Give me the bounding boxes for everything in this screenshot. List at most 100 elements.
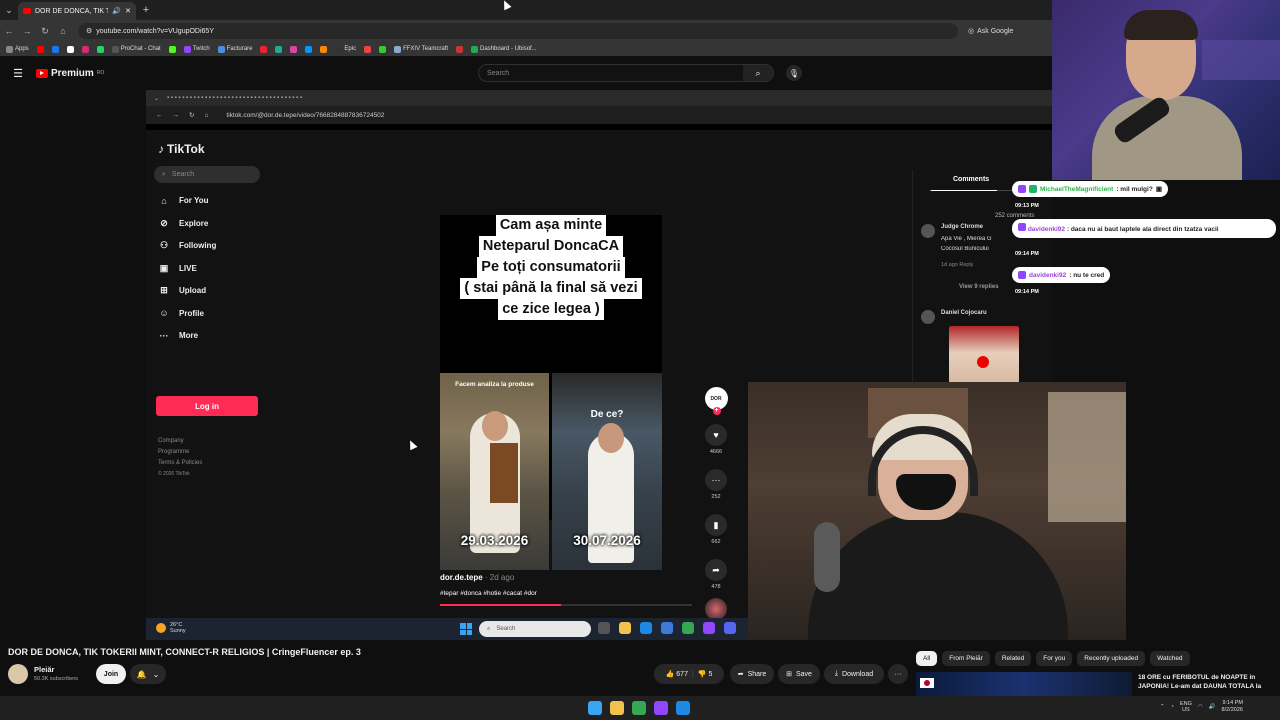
chat-timestamp: 09:14 PM [1015, 289, 1039, 295]
recommended-video-title[interactable]: 18 ORE cu FERIBOTUL de NOAPTE in JAPONIA… [1138, 673, 1274, 691]
tiktok-nav-for-you: ⌂ For You [158, 194, 216, 208]
tiktok-nav-following: ⚇ Following [158, 239, 216, 253]
person-head [482, 411, 508, 441]
more-actions-button[interactable]: ··· [888, 664, 908, 684]
recommended-video-thumbnail[interactable] [916, 672, 1132, 696]
windows-start-icon[interactable] [588, 701, 602, 715]
streamer-hair [1124, 10, 1198, 40]
save-button[interactable]: ⊞ Save [778, 664, 820, 684]
volume-icon[interactable]: 🔊 [1209, 704, 1216, 710]
file-explorer-icon[interactable] [610, 701, 624, 715]
app-icon[interactable] [676, 701, 690, 715]
save-icon: ⊞ [786, 671, 792, 678]
reload-icon[interactable]: ↻ [36, 26, 54, 37]
bookmark-ubisoft[interactable]: Dashboard - Ubisof... [471, 45, 537, 53]
bookmark-prochat[interactable]: ProChat - Chat [111, 45, 161, 53]
wifi-icon[interactable]: ◠ [1198, 704, 1203, 710]
bookmark-icon-kick[interactable] [168, 45, 176, 53]
tiktok-nav-label: More [179, 331, 199, 341]
youtube-logo[interactable]: Premium RO [36, 68, 104, 79]
bookmark-icon-misc4[interactable] [305, 45, 313, 53]
bookmark-twitch[interactable]: Twitch [183, 45, 210, 53]
footer-link: Programme [158, 449, 190, 455]
inner-taskbar-search: ⌕ Search [479, 621, 591, 637]
bookmark-apps[interactable]: Apps [6, 45, 29, 53]
comment-icon: ··· [705, 469, 727, 491]
person-vest [490, 443, 518, 503]
chip-all[interactable]: All [916, 651, 938, 666]
download-button[interactable]: ⤓ Download [824, 664, 884, 684]
language-indicator[interactable]: ENG US [1180, 701, 1192, 713]
close-tab-icon[interactable]: ✕ [125, 7, 131, 15]
subscribed-bell-button[interactable]: 🔔 ⌄ [130, 664, 166, 684]
tray-chevron-icon[interactable]: ⌃ [1160, 704, 1165, 710]
youtube-region: RO [96, 70, 105, 76]
save-label: Save [795, 670, 812, 678]
chip-related[interactable]: Related [994, 651, 1032, 666]
channel-avatar[interactable] [8, 664, 28, 684]
bookmark-icon-misc5[interactable] [320, 45, 328, 53]
clown-nose [977, 356, 989, 368]
chip-from-channel[interactable]: From Pleiăr [942, 651, 990, 666]
bookmark-icon-misc8[interactable] [456, 45, 463, 53]
url-text: youtube.com/watch?v=VUgupODi65Y [96, 27, 214, 35]
person-figure [470, 411, 520, 553]
clip-right-date: 30.07.2026 [573, 533, 641, 548]
youtube-search-input[interactable]: Search [479, 70, 743, 77]
task-view-icon [598, 622, 610, 634]
bookmark-ffxiv[interactable]: FFXIV Teamcraft [394, 45, 448, 53]
like-button[interactable]: 👍 677 [666, 670, 688, 678]
twitch-badge-icon [1018, 223, 1026, 231]
obs-icon[interactable] [654, 701, 668, 715]
chip-for-you[interactable]: For you [1036, 651, 1073, 666]
tab-search-icon[interactable]: ⌄ [0, 0, 18, 20]
sun-icon [156, 623, 166, 633]
clock[interactable]: 9:14 PM 8/2/2026 [1222, 700, 1243, 714]
compass-icon: ⊘ [160, 217, 168, 228]
tiktok-video: Cam așa minte Neteparul DoncaCA Pe toți … [440, 215, 662, 570]
bookmark-icon-whatsapp[interactable] [96, 45, 104, 53]
bookmark-icon-misc1[interactable] [260, 45, 268, 53]
chip-recently-uploaded[interactable]: Recently uploaded [1077, 651, 1146, 666]
windows-taskbar: ⌃ ◔ ENG US ◠ 🔊 9:14 PM 8/2/2026 [0, 696, 1280, 720]
chat-text: : mil mulgi? [1116, 185, 1153, 193]
chat-username: MichaelTheMagnificient [1040, 185, 1114, 193]
forward-icon[interactable]: → [18, 26, 36, 36]
menu-icon[interactable]: ☰ [0, 67, 36, 80]
back-icon[interactable]: ← [0, 26, 18, 36]
new-tab-button[interactable]: + [136, 4, 156, 16]
join-button[interactable]: Join [96, 664, 126, 684]
microphone-icon[interactable]: 🎙 [786, 65, 802, 81]
tray-network-icon[interactable]: ◔ [1171, 704, 1174, 710]
bookmark-icon-x[interactable] [66, 45, 74, 53]
bookmark-icon-youtube[interactable] [36, 45, 44, 53]
search-icon[interactable]: ⌕ [743, 65, 773, 81]
chip-watched[interactable]: Watched [1150, 651, 1190, 666]
youtube-search-box[interactable]: Search ⌕ [478, 64, 774, 82]
ask-google-button[interactable]: ◎ Ask Google [968, 27, 1013, 36]
inner-back-icon: ← [156, 111, 163, 119]
bookmark-icon-misc3[interactable] [290, 45, 298, 53]
bookmark-icon-instagram[interactable] [81, 45, 89, 53]
chrome-icon[interactable] [632, 701, 646, 715]
bookmark-facturare[interactable]: Facturare [217, 45, 252, 53]
omnibox[interactable]: ⚙ youtube.com/watch?v=VUgupODi65Y [78, 23, 958, 39]
speaker-icon[interactable]: 🔊 [112, 7, 121, 15]
youtube-favicon-icon [23, 8, 31, 14]
bookmark-icon-misc2[interactable] [275, 45, 283, 53]
bookmark-icon [275, 45, 283, 53]
bookmark-icon-misc7[interactable] [379, 45, 387, 53]
bookmark-icon-facebook[interactable] [51, 45, 59, 53]
video-age: · 2d ago [484, 573, 515, 582]
home-icon[interactable]: ⌂ [54, 26, 72, 36]
windows-start-icon [460, 623, 472, 635]
bookmark-icon-misc6[interactable] [364, 45, 372, 53]
like-divider: | [691, 670, 694, 678]
bookmark-epic[interactable]: Epic [335, 45, 356, 53]
site-info-icon[interactable]: ⚙ [86, 27, 92, 35]
inner-reload-icon: ↻ [189, 112, 195, 119]
share-button[interactable]: ➦ Share [730, 664, 774, 684]
browser-tab-active[interactable]: DOR DE DONCA, TIK TOKERII 🔊 ✕ [18, 2, 136, 20]
channel-name[interactable]: Pleiăr [34, 665, 54, 674]
dislike-button[interactable]: 👎 5 [698, 670, 713, 678]
